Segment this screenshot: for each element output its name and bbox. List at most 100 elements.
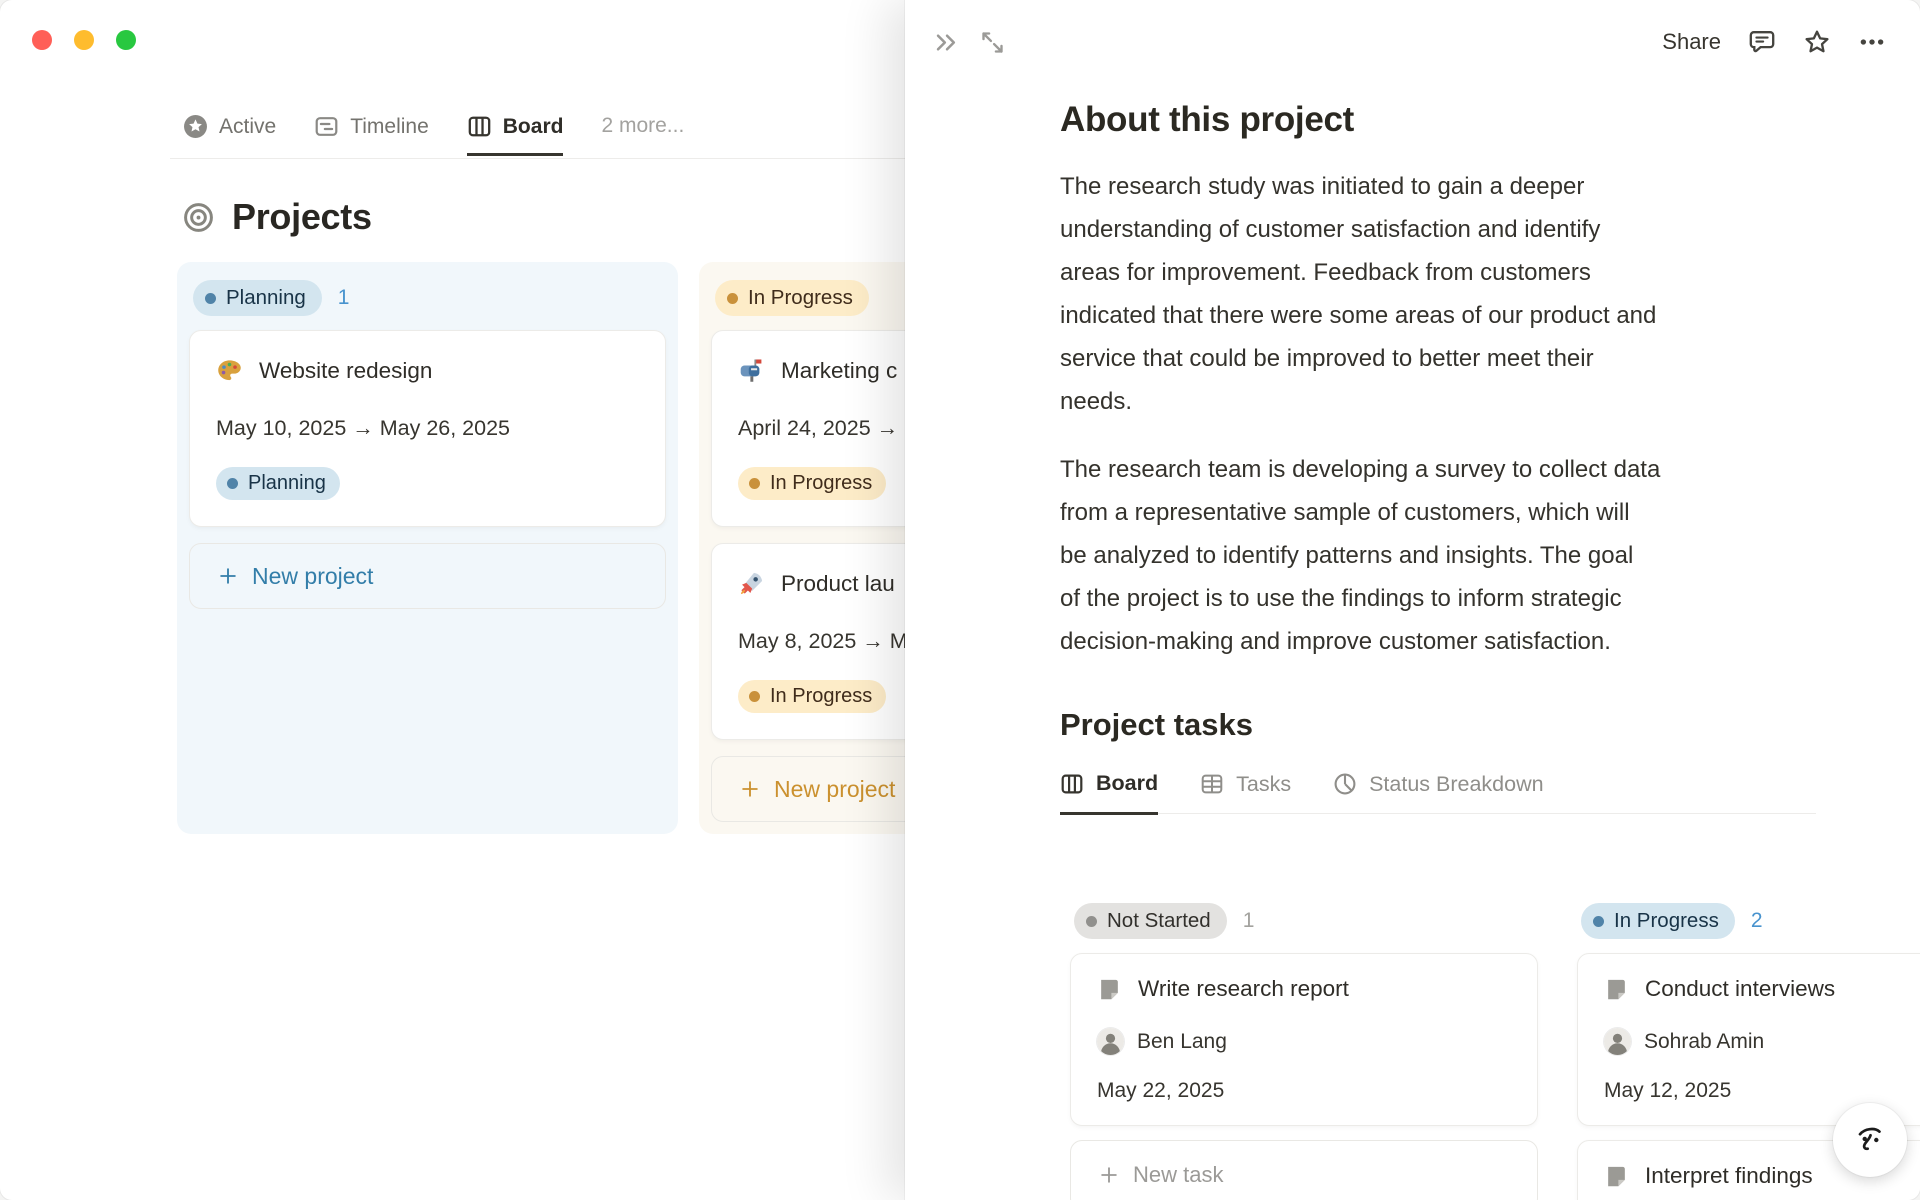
card-title: Product lau: [781, 570, 895, 596]
star-circle-icon: [183, 114, 208, 139]
status-label: In Progress: [1614, 909, 1719, 932]
status-label: Planning: [226, 286, 306, 309]
view-tabs: Active Timeline Board 2 more...: [183, 114, 684, 156]
card-status-tag: Planning: [216, 467, 340, 500]
card-title: Website redesign: [259, 357, 433, 383]
tasks-view-tabs: Board Tasks Status Breakdown: [1060, 771, 1816, 815]
status-dot: [727, 292, 738, 304]
pie-chart-icon: [1333, 772, 1357, 796]
section-title-about: About this project: [1060, 100, 1355, 139]
plus-icon: [1098, 1164, 1120, 1186]
assignee-row: Ben Lang: [1097, 1028, 1511, 1055]
maximize-button[interactable]: [116, 30, 136, 50]
expand-diagonal-icon[interactable]: [979, 29, 1006, 56]
task-column-not-started: Not Started 1 Write research report Ben …: [1058, 885, 1550, 1200]
tab-more-views[interactable]: 2 more...: [601, 114, 684, 152]
minimize-button[interactable]: [74, 30, 94, 50]
column-count: 1: [337, 286, 350, 309]
ai-assistant-button[interactable]: [1833, 1103, 1907, 1177]
column-header: Not Started 1: [1074, 903, 1532, 939]
tab-active-view[interactable]: Active: [183, 114, 276, 153]
plus-icon: [217, 565, 239, 587]
tag-label: Planning: [248, 472, 326, 494]
about-paragraph-1: The research study was initiated to gain…: [1060, 173, 1657, 415]
status-dot: [749, 691, 760, 702]
page-icon: [1604, 977, 1629, 1002]
tab-label: Status Breakdown: [1369, 771, 1544, 796]
status-label: In Progress: [748, 286, 853, 309]
new-task-button[interactable]: New task: [1070, 1140, 1538, 1200]
task-title: Conduct interviews: [1645, 976, 1836, 1001]
sohrab-amin-avatar: [1604, 1028, 1631, 1055]
page-title: Projects: [232, 196, 372, 237]
tab-status-breakdown[interactable]: Status Breakdown: [1333, 771, 1544, 813]
ai-face-icon: [1849, 1119, 1891, 1161]
board-icon: [1060, 772, 1084, 796]
card-dates: May 10, 2025 → May 26, 2025: [216, 416, 511, 440]
status-pill-in-progress: In Progress: [1581, 903, 1735, 939]
new-project-label: New project: [774, 775, 896, 802]
status-dot: [1593, 915, 1604, 927]
page-icon: [1097, 977, 1122, 1002]
task-card-write-research-report[interactable]: Write research report Ben Lang May 22, 2…: [1070, 953, 1538, 1126]
column-count: 1: [1242, 909, 1255, 932]
card-status-tag: In Progress: [738, 680, 887, 713]
column-count: 2: [1750, 909, 1763, 932]
card-status-tag: In Progress: [738, 467, 887, 500]
app-window: Active Timeline Board 2 more... Projects…: [0, 0, 1920, 1200]
task-title: Interpret findings: [1645, 1163, 1813, 1188]
target-icon: [183, 202, 214, 233]
window-controls: [32, 30, 136, 50]
task-date: May 12, 2025: [1604, 1079, 1732, 1102]
close-button[interactable]: [32, 30, 52, 50]
tab-timeline-view[interactable]: Timeline: [314, 114, 429, 153]
tab-label: 2 more...: [601, 114, 685, 137]
task-date: May 22, 2025: [1097, 1079, 1225, 1102]
page-icon: [1604, 1164, 1629, 1189]
tab-tasks-board[interactable]: Board: [1060, 771, 1159, 815]
task-title: Write research report: [1138, 976, 1349, 1001]
status-pill-planning: Planning: [193, 280, 322, 316]
tasks-board: Not Started 1 Write research report Ben …: [1058, 885, 1920, 1200]
new-project-button[interactable]: New project: [189, 543, 666, 609]
new-task-label: New task: [1133, 1162, 1224, 1187]
assignee-name: Ben Lang: [1137, 1029, 1227, 1053]
status-label: Not Started: [1107, 909, 1211, 932]
page-header: Projects: [183, 196, 372, 238]
assignee-row: Sohrab Amin: [1604, 1028, 1920, 1055]
timeline-icon: [314, 114, 339, 139]
rocket-icon: [738, 570, 765, 597]
mailbox-icon: [738, 357, 765, 384]
project-card-website-redesign[interactable]: Website redesign May 10, 2025 → May 26, …: [189, 330, 666, 527]
task-card-conduct-interviews[interactable]: Conduct interviews Sohrab Amin May 12, 2…: [1577, 953, 1920, 1126]
ben-lang-avatar: [1097, 1028, 1124, 1055]
tab-tasks-table[interactable]: Tasks: [1200, 771, 1291, 813]
tab-board-view[interactable]: Board: [466, 114, 564, 156]
status-dot: [749, 478, 760, 489]
ellipsis-icon[interactable]: [1858, 28, 1886, 56]
new-project-label: New project: [252, 562, 374, 589]
card-title: Marketing c: [781, 357, 898, 383]
about-paragraph-2: The research team is developing a survey…: [1060, 456, 1661, 655]
column-header: In Progress 2: [1581, 903, 1920, 939]
board-icon: [467, 114, 492, 139]
status-dot: [205, 292, 216, 304]
palette-icon: [216, 357, 243, 384]
tab-label: Timeline: [350, 114, 429, 138]
column-header: Planning 1: [193, 280, 660, 316]
side-peek-panel: Share About this project The research st…: [905, 0, 1920, 1200]
double-chevron-right-icon[interactable]: [933, 29, 960, 56]
tab-label: Board: [1096, 771, 1159, 795]
tab-label: Board: [502, 114, 564, 138]
section-title-tasks: Project tasks: [1060, 707, 1253, 742]
status-pill-in-progress: In Progress: [715, 280, 869, 316]
board-column-planning: Planning 1 Website redesign May 10, 2025…: [177, 262, 678, 834]
tag-label: In Progress: [770, 472, 873, 494]
plus-icon: [739, 778, 761, 800]
tab-label: Tasks: [1236, 771, 1292, 796]
tag-label: In Progress: [770, 685, 873, 707]
assignee-name: Sohrab Amin: [1644, 1029, 1765, 1053]
tab-label: Active: [219, 114, 277, 138]
table-icon: [1200, 772, 1224, 796]
panel-content: About this project The research study wa…: [1060, 0, 1816, 815]
